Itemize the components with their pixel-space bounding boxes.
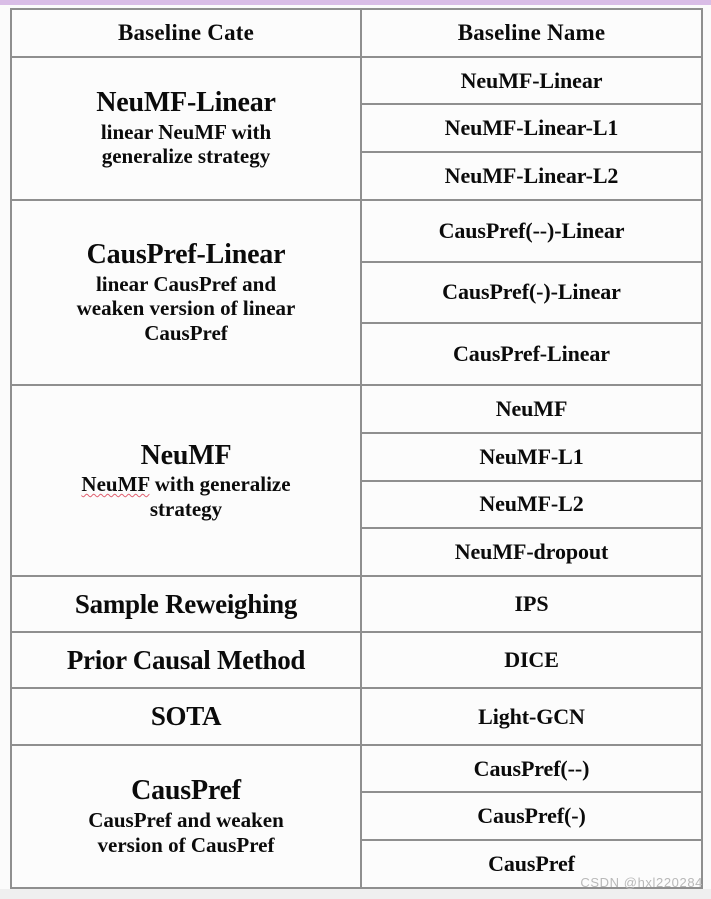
spellcheck-flagged-word: NeuMF — [81, 471, 150, 496]
category-cell-sota: SOTA — [10, 687, 362, 746]
header-baseline-name: Baseline Name — [360, 8, 703, 58]
header-baseline-category: Baseline Cate — [10, 8, 362, 58]
category-title: CausPref — [131, 775, 241, 807]
table-row: NeuMF-Linear linear NeuMF with generaliz… — [10, 55, 703, 201]
category-title: NeuMF — [140, 439, 232, 471]
baseline-name-cell: CausPref-Linear — [360, 322, 703, 387]
baseline-name-cell: NeuMF-Linear-L1 — [360, 103, 703, 154]
category-description-line: linear CausPref and — [95, 271, 277, 296]
category-description-line: NeuMF with generalize — [22, 472, 350, 497]
baseline-name-cell: CausPref(-)-Linear — [360, 260, 703, 325]
category-description-line: version of CausPref — [97, 832, 275, 857]
category-description-line: CausPref — [144, 321, 228, 346]
category-description-rest: with generalize — [149, 471, 291, 496]
table-row: NeuMF NeuMF with generalize strategy Neu… — [10, 384, 703, 577]
category-cell-prior-causal-method: Prior Causal Method — [10, 631, 362, 690]
baseline-name-cell: CausPref(--)-Linear — [360, 198, 703, 263]
table-row: SOTA Light-GCN — [10, 687, 703, 746]
category-description-line: generalize strategy — [101, 144, 271, 169]
baseline-name-cell: NeuMF-Linear — [360, 55, 703, 106]
baseline-name-cell: NeuMF-dropout — [360, 527, 703, 577]
category-cell-neumf-linear: NeuMF-Linear linear NeuMF with generaliz… — [10, 55, 362, 201]
category-description-line: linear NeuMF with — [100, 119, 272, 144]
baseline-name-cell: NeuMF-Linear-L2 — [360, 151, 703, 201]
page-canvas: Baseline Cate Baseline Name NeuMF-Linear… — [0, 5, 711, 899]
baseline-name-cell: CausPref — [360, 839, 703, 889]
baseline-name-cell: IPS — [360, 574, 703, 634]
category-cell-causpref: CausPref CausPref and weaken version of … — [10, 743, 362, 890]
table-row: CausPref-Linear linear CausPref and weak… — [10, 198, 703, 387]
category-title: NeuMF-Linear — [96, 87, 276, 119]
category-description-line: strategy — [149, 496, 223, 521]
category-description: CausPref and weaken version of CausPref — [16, 808, 356, 858]
bottom-strip — [0, 889, 711, 899]
baseline-name-cell: NeuMF-L1 — [360, 431, 703, 482]
table-row: Sample Reweighing IPS — [10, 574, 703, 634]
table-row: CausPref CausPref and weaken version of … — [10, 743, 703, 890]
baseline-name-cell: DICE — [360, 631, 703, 690]
table-row: Prior Causal Method DICE — [10, 631, 703, 690]
category-cell-sample-reweighing: Sample Reweighing — [10, 574, 362, 634]
category-description: linear NeuMF with generalize strategy — [16, 120, 356, 170]
category-description-line: CausPref and weaken — [88, 807, 284, 832]
baseline-name-cell: Light-GCN — [360, 687, 703, 746]
category-description-line: weaken version of linear — [76, 296, 296, 321]
baseline-name-cell: NeuMF-L2 — [360, 479, 703, 530]
baseline-name-cell: CausPref(-) — [360, 791, 703, 842]
baseline-table-container: Baseline Cate Baseline Name NeuMF-Linear… — [10, 8, 703, 892]
baseline-name-cell: CausPref(--) — [360, 743, 703, 794]
category-cell-neumf: NeuMF NeuMF with generalize strategy — [10, 384, 362, 577]
table-header-row: Baseline Cate Baseline Name — [10, 8, 703, 58]
category-description: linear CausPref and weaken version of li… — [16, 272, 356, 346]
category-title: CausPref-Linear — [86, 239, 286, 271]
baseline-name-cell: NeuMF — [360, 384, 703, 434]
category-description: NeuMF with generalize strategy — [16, 472, 356, 522]
category-cell-causpref-linear: CausPref-Linear linear CausPref and weak… — [10, 198, 362, 387]
baseline-table: Baseline Cate Baseline Name NeuMF-Linear… — [10, 8, 703, 890]
